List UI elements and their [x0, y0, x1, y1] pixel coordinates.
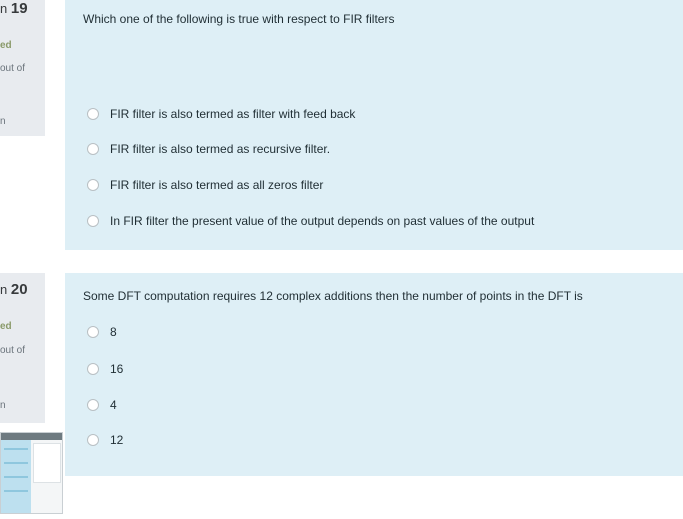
- question-19-formulation: Which one of the following is true with …: [65, 0, 683, 250]
- question-19-flag[interactable]: n: [0, 116, 6, 127]
- question-19-option-2[interactable]: FIR filter is also termed as recursive f…: [87, 141, 330, 157]
- option-label: 12: [110, 433, 124, 447]
- question-20-number: n 20: [0, 281, 28, 298]
- question-19-text: Which one of the following is true with …: [83, 12, 395, 26]
- question-19-number: n 19: [0, 0, 28, 17]
- thumbnail-content: [33, 443, 61, 483]
- question-20-option-3[interactable]: 4: [87, 397, 117, 413]
- question-20-option-2[interactable]: 16: [87, 361, 123, 377]
- radio-button[interactable]: [87, 108, 99, 120]
- question-19-option-4[interactable]: In FIR filter the present value of the o…: [87, 213, 534, 229]
- thumbnail-sidebar: [1, 440, 31, 513]
- question-20-option-4[interactable]: 12: [87, 432, 123, 448]
- radio-button[interactable]: [87, 179, 99, 191]
- screenshot-thumbnail[interactable]: [0, 432, 63, 514]
- option-label: 16: [110, 362, 124, 376]
- question-20-status: ed: [0, 321, 12, 332]
- thumbnail-toolbar: [1, 433, 62, 440]
- option-label: In FIR filter the present value of the o…: [110, 214, 535, 228]
- question-20-option-1[interactable]: 8: [87, 324, 117, 340]
- question-20-text: Some DFT computation requires 12 complex…: [83, 289, 583, 303]
- radio-button[interactable]: [87, 215, 99, 227]
- radio-button[interactable]: [87, 326, 99, 338]
- radio-button[interactable]: [87, 143, 99, 155]
- question-19-option-1[interactable]: FIR filter is also termed as filter with…: [87, 106, 355, 122]
- option-label: FIR filter is also termed as recursive f…: [110, 142, 331, 156]
- question-20-marks: out of: [0, 345, 26, 356]
- question-19-info: n 19 ed out of n: [0, 0, 45, 136]
- question-20-flag[interactable]: n: [0, 400, 6, 411]
- option-label: FIR filter is also termed as filter with…: [110, 107, 356, 121]
- radio-button[interactable]: [87, 399, 99, 411]
- radio-button[interactable]: [87, 363, 99, 375]
- radio-button[interactable]: [87, 434, 99, 446]
- option-label: FIR filter is also termed as all zeros f…: [110, 178, 324, 192]
- question-19-status: ed: [0, 40, 12, 51]
- question-20-info: n 20 ed out of n: [0, 273, 45, 423]
- question-19-option-3[interactable]: FIR filter is also termed as all zeros f…: [87, 177, 323, 193]
- option-label: 4: [110, 398, 117, 412]
- option-label: 8: [110, 325, 117, 339]
- question-19-marks: out of: [0, 63, 26, 74]
- question-20-formulation: Some DFT computation requires 12 complex…: [65, 273, 683, 476]
